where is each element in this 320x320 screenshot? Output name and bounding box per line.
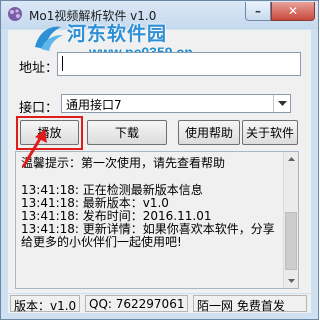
app-icon: [8, 7, 22, 21]
status-version: 版本：v1.0: [10, 295, 80, 313]
scroll-thumb[interactable]: [285, 212, 297, 270]
close-button[interactable]: ✕: [271, 2, 315, 21]
log-output[interactable]: 温馨提示：第一次使用，请先查看帮助 13:41:18: 正在检测最新版本信息 1…: [15, 151, 299, 289]
address-label: 地址：: [19, 61, 59, 76]
watermark-text: 河东软件园: [67, 23, 168, 45]
help-button[interactable]: 使用帮助: [178, 120, 240, 145]
minimize-button[interactable]: –: [245, 2, 271, 21]
app-window: Mo1视频解析软件 v1.0 – ✕ 河东软件园 www.pc0359.cn 地…: [0, 0, 319, 320]
status-qq: QQ: 762297061: [85, 295, 188, 312]
about-button[interactable]: 关于软件: [242, 120, 298, 145]
text-caret: [62, 56, 63, 71]
status-publisher: 陌一网 免费首发: [193, 295, 307, 313]
log-tip: 温馨提示：第一次使用，请先查看帮助: [21, 156, 226, 170]
scroll-down-icon[interactable]: [284, 274, 298, 288]
interface-select[interactable]: 通用接口7: [61, 94, 291, 113]
status-bar: 版本：v1.0 QQ: 762297061 陌一网 免费首发: [8, 294, 311, 313]
log-line: 13:41:18: 更新详情：如果你喜欢本软件，分享给更多的小伙伴们一起使用吧!: [21, 222, 275, 249]
interface-label: 接口：: [19, 101, 59, 116]
dropdown-arrow-icon[interactable]: [273, 95, 290, 112]
scroll-up-icon[interactable]: [284, 152, 298, 166]
interface-selected-value: 通用接口7: [66, 98, 122, 112]
pointer-arrow-icon: [21, 129, 47, 168]
download-button[interactable]: 下载: [87, 120, 167, 145]
watermark-logo-icon: [35, 26, 63, 51]
log-scrollbar[interactable]: [283, 152, 298, 288]
address-input[interactable]: [57, 52, 301, 76]
